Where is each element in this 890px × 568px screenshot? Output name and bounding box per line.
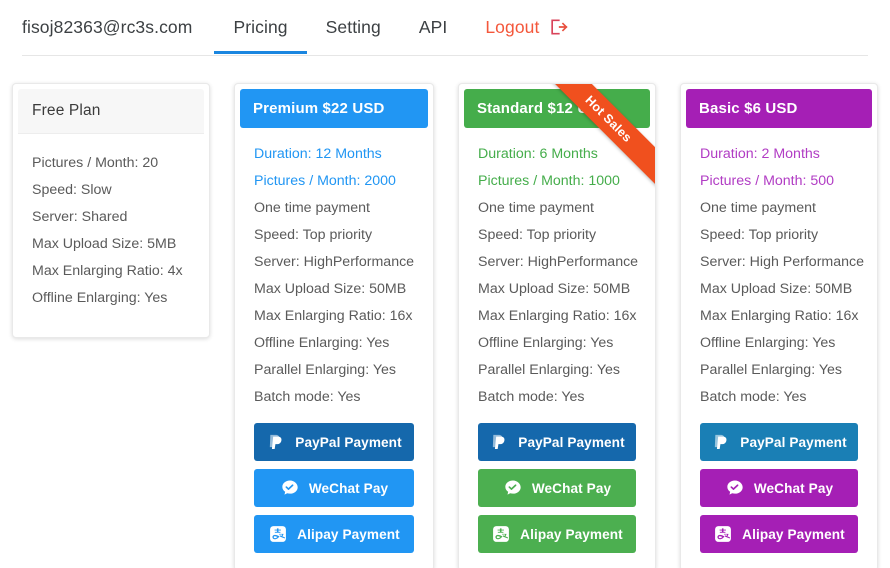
plan-slot-premium: Premium $22 USD Duration: 12 Months Pictur… (222, 83, 446, 568)
wechat-icon (503, 478, 523, 498)
payment-button-label: PayPal Payment (518, 434, 625, 450)
plan-feature: Server: HighPerformance (254, 254, 415, 270)
plan-feature: Offline Enlarging: Yes (254, 335, 390, 351)
plan-feature: Speed: Top priority (700, 227, 819, 243)
payment-button-label: Alipay Payment (297, 526, 400, 542)
paypal-icon (711, 432, 731, 452)
plan-card-premium: Premium $22 USD Duration: 12 Months Pictur… (234, 83, 434, 568)
payment-button-label: Alipay Payment (520, 526, 623, 542)
nav-tab-label: API (418, 16, 448, 37)
navbar-divider (22, 55, 868, 56)
plan-title-free: Free Plan (18, 89, 204, 134)
payment-button-label: WeChat Pay (753, 480, 834, 496)
alipay-icon (713, 524, 733, 544)
paypal-payment-button[interactable]: PayPal Payment (700, 423, 858, 461)
alipay-payment-button[interactable]: Alipay Payment (254, 515, 414, 553)
plan-feature: Duration: 6 Months (478, 146, 598, 162)
plan-feature: Duration: 2 Months (700, 146, 820, 162)
plan-feature: Pictures / Month: 1000 (478, 173, 620, 189)
plan-feature: Parallel Enlarging: Yes (478, 362, 620, 378)
alipay-icon (491, 524, 511, 544)
wechat-payment-button[interactable]: WeChat Pay (700, 469, 858, 507)
alipay-payment-button[interactable]: Alipay Payment (700, 515, 858, 553)
plan-feature: Max Upload Size: 5MB (32, 236, 177, 252)
logout-button[interactable]: Logout (466, 0, 587, 54)
plan-feature: Duration: 12 Months (254, 146, 382, 162)
logout-label: Logout (485, 16, 540, 37)
plan-card-free: Free Plan Pictures / Month: 20 Speed: Slow… (12, 83, 210, 338)
plan-feature: Batch mode: Yes (700, 389, 807, 405)
plan-feature: Pictures / Month: 500 (700, 173, 835, 189)
paypal-icon (489, 432, 509, 452)
top-navbar: fisoj82363@rc3s.com Pricing Setting API Lo… (0, 0, 890, 56)
plan-feature: Max Enlarging Ratio: 16x (254, 308, 413, 324)
payment-button-label: Alipay Payment (742, 526, 845, 542)
nav-tab-list: Pricing Setting API (214, 0, 466, 56)
nav-tab-label: Setting (325, 16, 381, 37)
plan-features-standard: Duration: 6 Months Pictures / Month: 1000… (464, 128, 650, 565)
plan-feature: Max Upload Size: 50MB (478, 281, 631, 297)
payment-button-label: WeChat Pay (531, 480, 612, 496)
nav-tab-pricing[interactable]: Pricing (214, 0, 307, 54)
plan-slot-basic: Basic $6 USD Duration: 2 Months Pictures /… (668, 83, 890, 568)
wechat-icon (725, 478, 745, 498)
plan-features-premium: Duration: 12 Months Pictures / Month: 200… (240, 128, 428, 565)
plan-slot-standard: Standard $12 USD Hot Sales Duration: 6 Mon… (446, 83, 668, 568)
payment-buttons: PayPal Payment WeChat Pay Alipay Payment (478, 423, 636, 553)
plan-feature: Offline Enlarging: Yes (700, 335, 836, 351)
payment-buttons: PayPal Payment WeChat Pay Alipay Payment (700, 423, 858, 553)
plan-feature: Pictures / Month: 2000 (254, 173, 396, 189)
wechat-icon (280, 478, 300, 498)
plan-card-basic: Basic $6 USD Duration: 2 Months Pictures /… (680, 83, 878, 568)
nav-tab-api[interactable]: API (400, 0, 467, 54)
plan-feature: Batch mode: Yes (254, 389, 361, 405)
account-email[interactable]: fisoj82363@rc3s.com (22, 0, 214, 54)
plan-feature: Batch mode: Yes (478, 389, 585, 405)
plan-feature: One time payment (254, 200, 370, 216)
paypal-icon (266, 432, 286, 452)
nav-tab-label: Pricing (233, 16, 288, 37)
plan-feature: Parallel Enlarging: Yes (254, 362, 396, 378)
plan-feature: One time payment (478, 200, 594, 216)
payment-button-label: PayPal Payment (295, 434, 402, 450)
nav-tab-setting[interactable]: Setting (307, 0, 400, 54)
plan-title-premium: Premium $22 USD (240, 89, 428, 128)
payment-button-label: WeChat Pay (308, 480, 389, 496)
plan-title-basic: Basic $6 USD (686, 89, 872, 128)
plan-feature: Speed: Top priority (478, 227, 597, 243)
plan-feature: One time payment (700, 200, 816, 216)
nav-items: fisoj82363@rc3s.com Pricing Setting API Lo… (22, 0, 587, 56)
plan-features-basic: Duration: 2 Months Pictures / Month: 500 O… (686, 128, 872, 565)
plan-slot-free: Free Plan Pictures / Month: 20 Speed: Slow… (0, 83, 222, 338)
payment-button-label: PayPal Payment (740, 434, 847, 450)
sign-out-icon (548, 17, 568, 37)
plan-feature: Max Enlarging Ratio: 16x (700, 308, 859, 324)
plan-feature: Max Enlarging Ratio: 16x (478, 308, 637, 324)
plan-feature: Offline Enlarging: Yes (32, 290, 168, 306)
plan-feature: Server: Shared (32, 209, 128, 225)
plan-feature: Max Upload Size: 50MB (254, 281, 407, 297)
payment-buttons: PayPal Payment WeChat Pay Alipay Payment (254, 423, 414, 553)
plan-feature: Pictures / Month: 20 (32, 155, 159, 171)
alipay-payment-button[interactable]: Alipay Payment (478, 515, 636, 553)
paypal-payment-button[interactable]: PayPal Payment (254, 423, 414, 461)
wechat-payment-button[interactable]: WeChat Pay (478, 469, 636, 507)
plan-feature: Max Enlarging Ratio: 4x (32, 263, 183, 279)
plan-feature: Server: High Performance (700, 254, 865, 270)
plan-feature: Max Upload Size: 50MB (700, 281, 853, 297)
plan-feature: Server: HighPerformance (478, 254, 639, 270)
paypal-payment-button[interactable]: PayPal Payment (478, 423, 636, 461)
plan-feature: Speed: Slow (32, 182, 112, 198)
plan-feature: Speed: Top priority (254, 227, 373, 243)
plan-title-standard: Standard $12 USD (464, 89, 650, 128)
alipay-icon (268, 524, 288, 544)
plan-features-free: Pictures / Month: 20 Speed: Slow Server: S… (18, 134, 204, 332)
plan-feature: Offline Enlarging: Yes (478, 335, 614, 351)
pricing-plan-row: Free Plan Pictures / Month: 20 Speed: Slow… (0, 56, 890, 568)
plan-card-standard: Standard $12 USD Hot Sales Duration: 6 Mon… (458, 83, 656, 568)
wechat-payment-button[interactable]: WeChat Pay (254, 469, 414, 507)
plan-feature: Parallel Enlarging: Yes (700, 362, 842, 378)
